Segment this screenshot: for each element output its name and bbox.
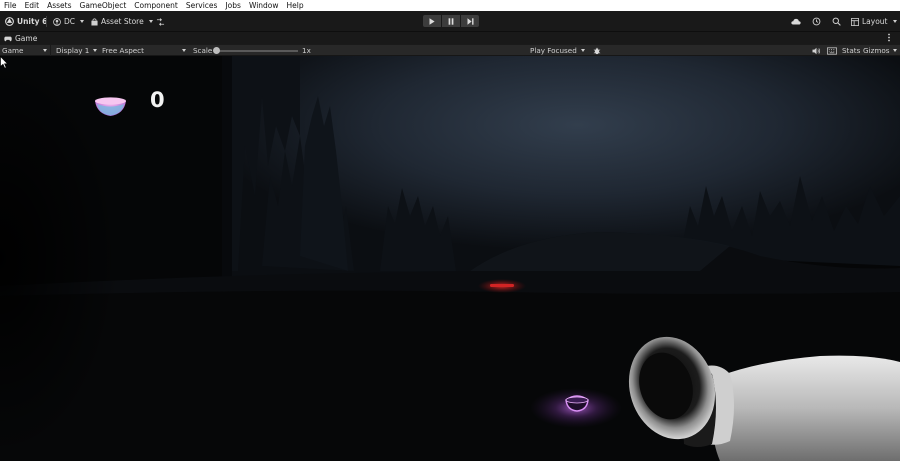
chevron-down-icon	[148, 20, 153, 23]
bug-report-button[interactable]	[593, 45, 601, 56]
tab-bar: Game	[0, 32, 900, 44]
asset-store-label: Asset Store	[101, 17, 144, 26]
menu-help[interactable]: Help	[283, 0, 308, 11]
menu-gameobject[interactable]: GameObject	[76, 0, 131, 11]
chevron-down-icon	[93, 49, 98, 52]
menu-component[interactable]: Component	[130, 0, 182, 11]
history-button[interactable]	[812, 15, 821, 28]
game-scene	[0, 56, 900, 461]
speaker-icon	[812, 47, 821, 54]
menu-jobs[interactable]: Jobs	[221, 0, 244, 11]
version-control-button[interactable]	[156, 15, 165, 28]
menu-edit[interactable]: Edit	[21, 0, 44, 11]
version-control-icon	[156, 17, 165, 26]
chevron-down-icon	[892, 20, 897, 23]
play-mode-dropdown[interactable]: Play Focused	[530, 45, 590, 56]
view-mode-label: Game	[2, 46, 24, 55]
menu-assets[interactable]: Assets	[43, 0, 75, 11]
menu-services[interactable]: Services	[182, 0, 222, 11]
cloud-button[interactable]	[791, 15, 801, 28]
chevron-down-icon	[580, 49, 585, 52]
pink-bowl-icon	[95, 97, 126, 116]
game-controller-icon	[4, 36, 12, 41]
step-icon	[467, 17, 473, 25]
game-viewport[interactable]: 0	[0, 56, 900, 461]
display-dropdown[interactable]: Display 1	[54, 45, 98, 56]
shopping-bag-icon	[91, 17, 98, 25]
account-icon	[53, 17, 61, 26]
search-icon	[832, 17, 841, 26]
tab-label: Game	[15, 34, 38, 43]
account-label: DC	[64, 17, 76, 26]
shortcuts-button[interactable]	[827, 45, 837, 56]
scale-label: Scale	[193, 46, 213, 55]
menu-window[interactable]: Window	[245, 0, 283, 11]
mute-audio-button[interactable]	[812, 45, 821, 56]
menu-file[interactable]: File	[0, 0, 21, 11]
toolbar-separator	[46, 16, 47, 27]
more-options-icon[interactable]	[887, 33, 891, 44]
unity-button[interactable]: Unity 6	[5, 15, 47, 28]
scale-slider-track[interactable]	[215, 50, 298, 52]
playmode-controls	[423, 15, 479, 28]
asset-store-dropdown[interactable]: Asset Store	[91, 15, 153, 28]
step-button[interactable]	[461, 15, 479, 27]
account-dropdown[interactable]: DC	[53, 15, 85, 28]
chevron-down-icon	[80, 20, 85, 23]
chevron-down-icon	[893, 49, 898, 52]
bug-icon	[593, 47, 601, 54]
history-icon	[812, 17, 821, 26]
play-button[interactable]	[423, 15, 441, 27]
view-mode-dropdown[interactable]: Game	[0, 45, 51, 56]
scale-slider-handle[interactable]	[213, 47, 220, 54]
pause-button[interactable]	[442, 15, 460, 27]
tab-game[interactable]: Game	[4, 33, 37, 44]
layout-label: Layout	[862, 17, 888, 26]
chevron-down-icon	[43, 49, 47, 52]
display-label: Display 1	[56, 46, 90, 55]
chevron-down-icon	[182, 49, 186, 52]
menu-bar: File Edit Assets GameObject Component Se…	[0, 0, 900, 11]
search-button[interactable]	[832, 15, 841, 28]
stats-button[interactable]: Stats	[842, 45, 860, 56]
scale-value: 1x	[302, 46, 311, 55]
main-toolbar: Unity 6 DC Asset Store Layout	[0, 11, 900, 32]
play-mode-label: Play Focused	[530, 46, 577, 55]
pause-icon	[448, 17, 454, 25]
collected-count: 0	[150, 88, 165, 112]
gizmos-dropdown[interactable]: Gizmos	[863, 45, 899, 56]
aspect-dropdown[interactable]: Free Aspect	[100, 45, 189, 56]
game-view-toolbar: Game Display 1 Free Aspect Scale 1x Play…	[0, 44, 900, 56]
layout-dropdown[interactable]: Layout	[851, 15, 897, 28]
unity-version-label: Unity 6	[17, 17, 48, 26]
aspect-label: Free Aspect	[102, 46, 144, 55]
keyboard-icon	[827, 46, 837, 55]
mouse-cursor-icon	[0, 56, 8, 69]
gizmos-label: Gizmos	[863, 46, 890, 55]
unity-logo-icon	[5, 17, 14, 26]
play-icon	[429, 17, 435, 25]
cloud-icon	[791, 18, 801, 25]
layout-icon	[851, 17, 859, 26]
